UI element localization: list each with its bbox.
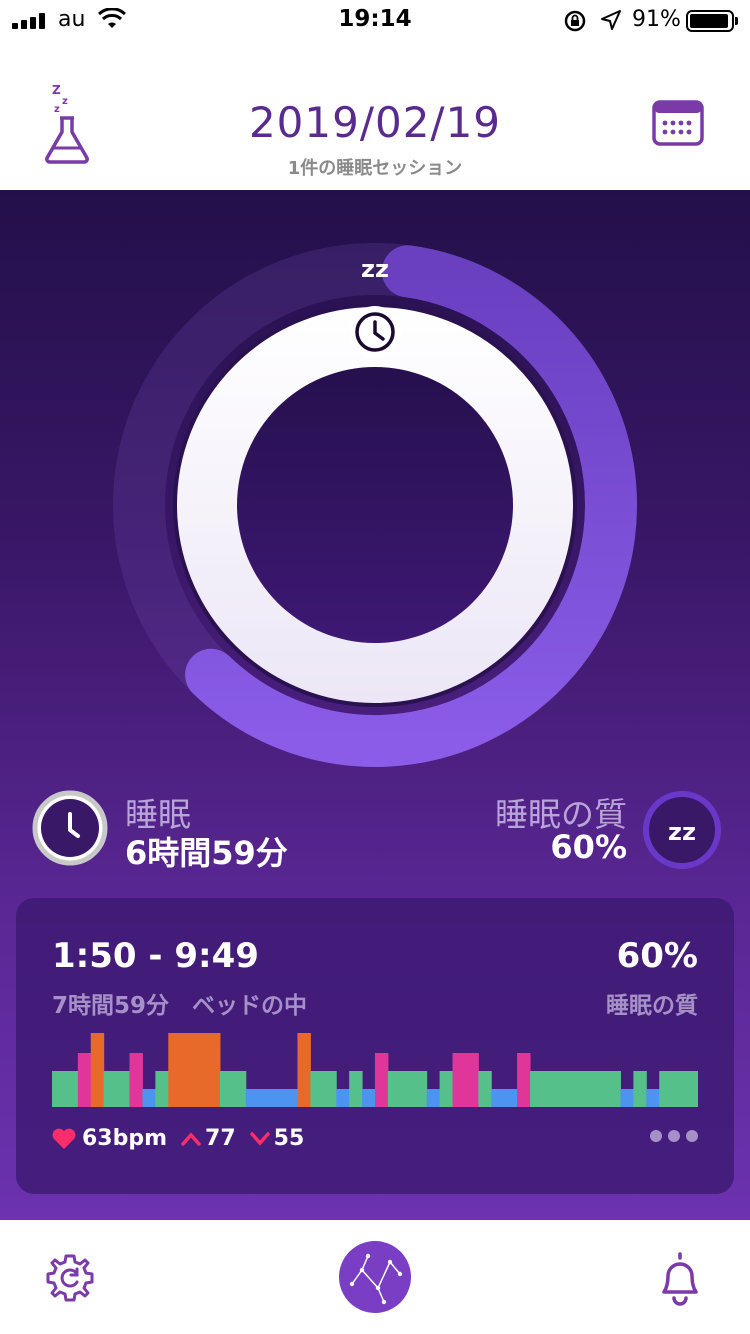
calendar-icon [652,100,704,146]
gear-icon [46,1254,94,1302]
hr-min: 55 [273,1126,305,1151]
date-title: 2019/02/19 [248,98,502,147]
quality-value: 60% [550,828,627,866]
card-quality-pct: 60% [616,936,698,976]
hypnogram-segment-light [155,1071,169,1107]
clock-icon [30,788,110,868]
heart-rate-row: 63bpm 77 55 [52,1126,304,1151]
session-card[interactable]: 1:50 - 9:49 7時間59分 ベッドの中 60% 睡眠の質 63bpm … [16,898,734,1194]
hypnogram-segment-light [633,1071,647,1107]
hypnogram-segment-light [219,1071,247,1107]
hypnogram-segment-light [310,1071,337,1107]
hypnogram-segment-awake [517,1053,531,1107]
tab-bar [0,1220,750,1334]
rotation-lock-icon [563,9,587,37]
sleep-summary: zz 睡眠 6時間59分 睡眠の質 60% zz 1:50 - 9:49 7時間… [0,190,750,1220]
heart-icon [52,1128,76,1149]
hypnogram-segment-deep [362,1089,376,1107]
hr-max: 77 [205,1126,236,1151]
hypnogram-segment-light [659,1071,698,1107]
hypnogram-segment-deep [620,1089,634,1107]
card-quality-label: 睡眠の質 [606,993,698,1019]
hypnogram-segment-deep [491,1089,518,1107]
clock-marker-icon [349,306,401,358]
svg-text:Z: Z [52,83,61,97]
hypnogram-segment-rem [297,1033,311,1107]
chevron-up-icon [181,1131,201,1146]
hypnogram-segment-rem [194,1033,221,1107]
hypnogram-segment-deep [336,1089,350,1107]
hypnogram-segment-awake [77,1053,92,1107]
battery-percent: 91% [632,7,681,32]
constellation-icon [339,1241,411,1313]
hypnogram-segment-light [52,1071,79,1107]
zz-badge-icon: zz [640,788,724,872]
zz-icon: zz [361,255,389,283]
svg-text:zz: zz [668,818,696,846]
hypnogram-segment-light [530,1071,621,1107]
hypnogram-segment-awake [129,1053,143,1107]
time-range: 1:50 - 9:49 [52,936,259,976]
home-button[interactable] [338,1240,412,1314]
location-icon [600,9,622,35]
settings-button[interactable] [44,1252,96,1304]
chevron-down-icon [249,1131,270,1146]
sessions-count: 1件の睡眠セッション [287,158,463,179]
hypnogram-segment-awake [452,1053,479,1107]
hypnogram-segment-light [103,1071,131,1107]
battery-icon [686,10,738,32]
alarm-button[interactable] [656,1250,704,1306]
hypnogram-segment-rem [90,1033,105,1107]
hypnogram [52,1033,698,1107]
hypnogram-segment-deep [245,1089,298,1107]
hypnogram-segment-awake [375,1053,389,1107]
hr-average: 63bpm [82,1126,168,1151]
sleep-quality-stat: 睡眠の質 60% zz [304,788,724,878]
sleep-value: 6時間59分 [125,834,288,872]
header: Z z z 2019/02/19 1件の睡眠セッション [0,40,750,190]
hypnogram-segment-light [439,1071,454,1107]
more-icon[interactable] [650,1130,698,1142]
bell-icon [662,1252,698,1306]
hypnogram-segment-deep [142,1089,156,1107]
sleep-ring[interactable]: zz [105,235,645,775]
hypnogram-segment-light [349,1071,363,1107]
hypnogram-segment-light [478,1071,492,1107]
hypnogram-segment-rem [168,1033,195,1107]
status-bar: au 19:14 91% [0,0,750,40]
hypnogram-segment-deep [646,1089,660,1107]
calendar-button[interactable] [652,100,704,146]
hypnogram-segment-deep [426,1089,441,1107]
hypnogram-segment-light [387,1071,428,1107]
in-bed-duration: 7時間59分 ベッドの中 [52,993,308,1019]
